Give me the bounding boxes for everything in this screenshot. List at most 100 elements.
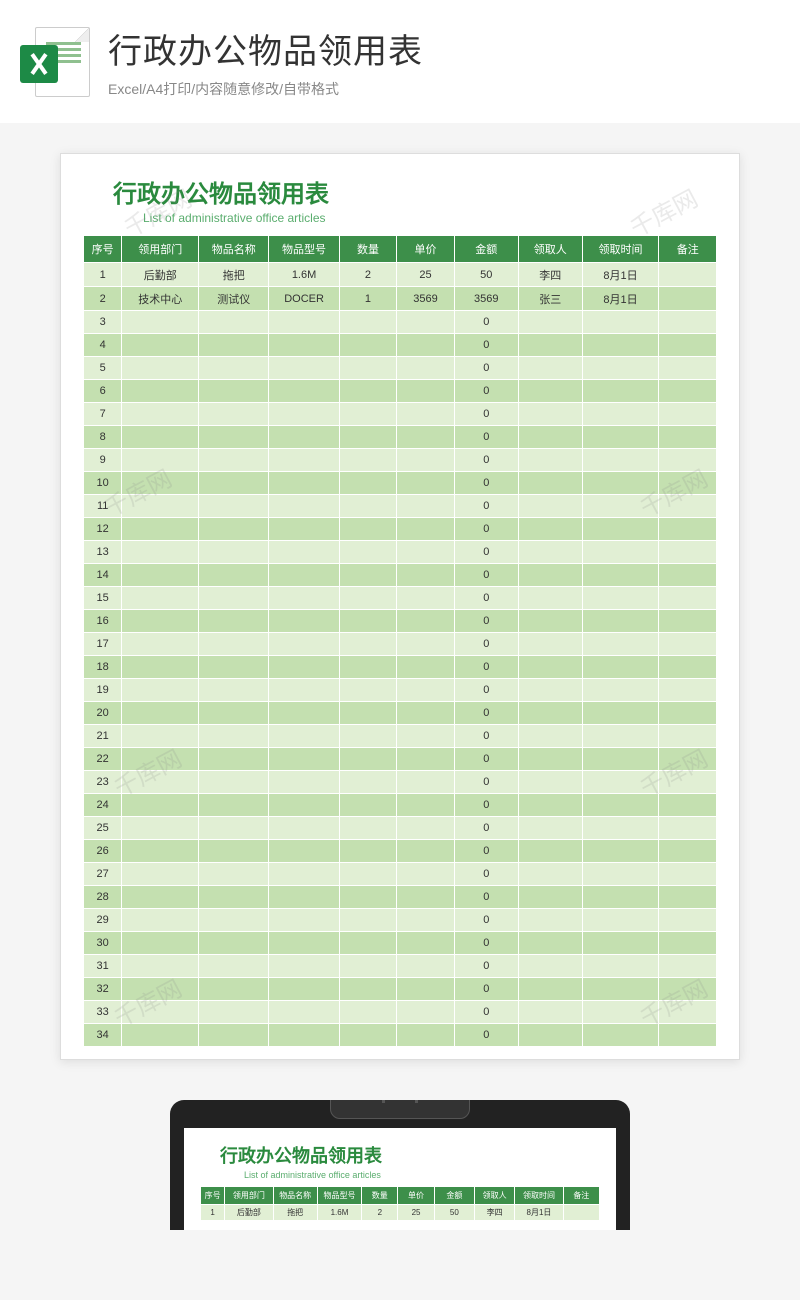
column-header: 领取人 (474, 1187, 514, 1205)
cell-dept: 后勤部 (225, 1205, 273, 1221)
cell-dept (122, 863, 199, 886)
cell-price (397, 426, 455, 449)
cell-amount: 0 (454, 357, 518, 380)
cell-time (582, 518, 659, 541)
cell-person (518, 932, 582, 955)
cell-name (199, 426, 269, 449)
cell-time (582, 725, 659, 748)
column-header: 单价 (398, 1187, 434, 1205)
cell-person (518, 610, 582, 633)
cell-remark (659, 357, 717, 380)
cell-model: DOCER (269, 287, 339, 311)
cell-qty (339, 794, 397, 817)
cell-dept (122, 334, 199, 357)
cell-name (199, 1024, 269, 1047)
table-row: 14 0 (84, 564, 717, 587)
cell-time (582, 357, 659, 380)
cell-qty (339, 311, 397, 334)
table-row: 230 (84, 771, 717, 794)
cell-amount: 0 (454, 955, 518, 978)
cell-person (518, 357, 582, 380)
cell-person (518, 587, 582, 610)
cell-model (269, 863, 339, 886)
cell-person (518, 518, 582, 541)
cell-person (518, 771, 582, 794)
cell-time (582, 610, 659, 633)
cell-qty (339, 955, 397, 978)
cell-price (397, 978, 455, 1001)
cell-dept (122, 564, 199, 587)
cell-qty (339, 886, 397, 909)
table-row: 80 (84, 426, 717, 449)
cell-person (518, 955, 582, 978)
cell-remark (659, 840, 717, 863)
cell-time: 8月1日 (582, 287, 659, 311)
cell-dept (122, 610, 199, 633)
cell-time (582, 472, 659, 495)
cell-dept (122, 725, 199, 748)
cell-qty (339, 633, 397, 656)
cell-seq: 5 (84, 357, 122, 380)
table-row: 70 (84, 403, 717, 426)
cell-name (199, 541, 269, 564)
cell-amount: 0 (454, 863, 518, 886)
document-subtitle: List of administrative office articles (143, 211, 717, 225)
table-row: 120 (84, 518, 717, 541)
cell-dept (122, 449, 199, 472)
cell-qty: 2 (339, 263, 397, 287)
cell-remark (659, 886, 717, 909)
cell-amount: 0 (454, 886, 518, 909)
table-row: 27 0 (84, 863, 717, 886)
column-header: 领用部门 (122, 236, 199, 263)
cell-qty (339, 357, 397, 380)
column-header: 物品型号 (317, 1187, 361, 1205)
cell-model: 1.6M (317, 1205, 361, 1221)
cell-model (269, 334, 339, 357)
cell-name (199, 610, 269, 633)
cell-dept (122, 748, 199, 771)
cell-amount: 0 (454, 748, 518, 771)
column-header: 单价 (397, 236, 455, 263)
cell-person (518, 495, 582, 518)
cell-price (397, 909, 455, 932)
cell-amount: 0 (454, 564, 518, 587)
cell-name (199, 702, 269, 725)
cell-dept (122, 817, 199, 840)
cell-seq: 30 (84, 932, 122, 955)
cell-seq: 4 (84, 334, 122, 357)
cell-remark (659, 541, 717, 564)
cell-remark (659, 679, 717, 702)
cell-name (199, 725, 269, 748)
cell-qty (339, 702, 397, 725)
cell-qty (339, 932, 397, 955)
cell-price (397, 1001, 455, 1024)
cell-time (582, 748, 659, 771)
cell-amount: 0 (454, 679, 518, 702)
column-header: 金额 (454, 236, 518, 263)
cell-remark (659, 449, 717, 472)
cell-model (269, 771, 339, 794)
cell-name (199, 334, 269, 357)
cell-remark (563, 1205, 599, 1221)
cell-seq: 14 (84, 564, 122, 587)
cell-amount: 0 (454, 633, 518, 656)
cell-price: 25 (397, 263, 455, 287)
cell-model (269, 311, 339, 334)
cell-seq: 13 (84, 541, 122, 564)
cell-person (518, 656, 582, 679)
table-row: 160 (84, 610, 717, 633)
table-row: 130 (84, 541, 717, 564)
cell-qty (339, 679, 397, 702)
template-preview: 千库网 千库网 千库网 千库网 千库网 千库网 千库网 千库网 行政办公物品领用… (60, 153, 740, 1060)
cell-time (582, 380, 659, 403)
cell-price (397, 932, 455, 955)
cell-qty: 1 (339, 287, 397, 311)
cell-seq: 27 (84, 863, 122, 886)
cell-remark (659, 518, 717, 541)
clipboard-preview: 行政办公物品领用表 List of administrative office … (170, 1100, 630, 1230)
table-row: 1后勤部拖把1.6M22550李四8月1日 (84, 263, 717, 287)
column-header: 序号 (84, 236, 122, 263)
cell-amount: 0 (454, 932, 518, 955)
cell-seq: 24 (84, 794, 122, 817)
table-row: 330 (84, 1001, 717, 1024)
